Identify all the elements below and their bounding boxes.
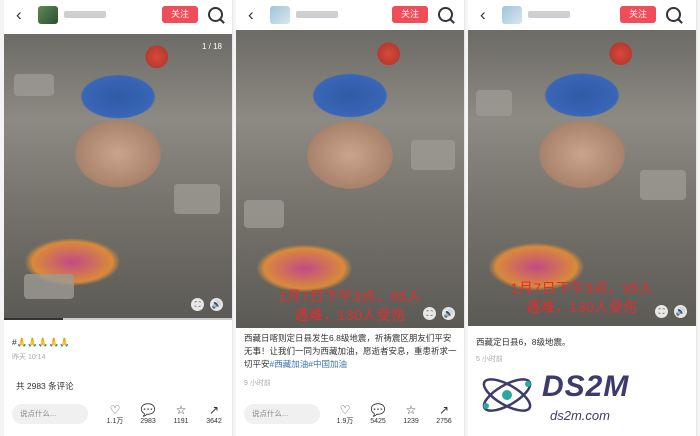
comment-input[interactable]: 说点什么... [244, 404, 320, 424]
image-counter: 1 / 18 [201, 42, 222, 51]
bottom-action-bar: 说点什么... ♡ 1.1万 💬 2983 ☆ 1191 ↗ 3642 [4, 400, 232, 436]
share-icon: ↗ [208, 403, 220, 417]
post-panel-1: ‹ 关注 1 / 18 ⛶ 🔊 #🙏🙏🙏🙏🙏 昨天 10:14 共 2983 条… [4, 0, 233, 436]
comment-icon: 💬 [370, 403, 386, 417]
share-count: 2756 [436, 418, 452, 425]
search-icon[interactable] [208, 7, 223, 22]
volume-icon[interactable]: 🔊 [674, 305, 687, 318]
comment-input[interactable]: 说点什么... [12, 404, 88, 424]
post-panel-2: ‹ 关注 1月7日下午3点，95人 遇难，130人受伤 ⛶ 🔊 西藏日喀则定日县… [236, 0, 465, 436]
back-icon[interactable]: ‹ [16, 5, 22, 25]
post-caption: 西藏日喀则定日县发生6.8级地震，祈祷震区朋友们平安无事！让我们一同为西藏加油，… [244, 332, 458, 371]
volume-icon[interactable]: 🔊 [210, 298, 223, 311]
favorite-count: 1191 [173, 418, 189, 425]
progress-fill [4, 318, 64, 320]
search-icon[interactable] [666, 7, 681, 22]
follow-button[interactable]: 关注 [392, 6, 428, 23]
watermark-url: ds2m.com [550, 408, 610, 423]
overlay-line-1: 1月7日下午3点，95人 [510, 280, 654, 296]
back-icon[interactable]: ‹ [480, 5, 486, 25]
post-time: 昨天 10:14 [12, 354, 46, 361]
volume-icon[interactable]: 🔊 [442, 307, 455, 320]
top-bar: ‹ 关注 [4, 0, 232, 30]
share-icon: ↗ [438, 403, 450, 417]
star-icon: ☆ [405, 403, 417, 417]
share-count: 3642 [206, 418, 222, 425]
share-button[interactable]: ↗ 3642 [199, 403, 229, 427]
fullscreen-icon[interactable]: ⛶ [423, 307, 436, 320]
avatar[interactable] [270, 6, 290, 24]
fullscreen-icon[interactable]: ⛶ [655, 305, 668, 318]
comment-button[interactable]: 💬 2983 [133, 403, 163, 427]
caption-hashtags[interactable]: #西藏加油#中国加油 [270, 359, 347, 369]
overlay-line-1: 1月7日下午3点，95人 [278, 288, 422, 304]
comment-button-count: 2983 [140, 418, 156, 425]
video-progress-bar[interactable] [4, 318, 232, 320]
share-button[interactable]: ↗ 2756 [429, 403, 459, 427]
heart-icon: ♡ [339, 403, 351, 417]
ds2m-watermark: DS2M ds2m.com [478, 364, 688, 434]
post-time: 9 小时前 [244, 380, 271, 387]
like-button[interactable]: ♡ 1.9万 [330, 403, 360, 427]
post-caption: #🙏🙏🙏🙏🙏 [12, 337, 70, 347]
top-bar: ‹ 关注 [236, 0, 464, 30]
post-time: 5 小时前 [476, 356, 503, 363]
like-button[interactable]: ♡ 1.1万 [100, 403, 130, 427]
avatar[interactable] [502, 6, 522, 24]
star-icon: ☆ [175, 403, 187, 417]
watermark-title: DS2M [542, 370, 630, 403]
avatar[interactable] [38, 6, 58, 24]
favorite-button[interactable]: ☆ 1191 [166, 403, 196, 427]
search-icon[interactable] [438, 7, 453, 22]
comment-button-count: 5425 [370, 418, 386, 425]
username-blurred[interactable] [64, 11, 106, 18]
bottom-action-bar: 说点什么... ♡ 1.9万 💬 5425 ☆ 1239 ↗ 2756 [236, 400, 464, 436]
follow-button[interactable]: 关注 [162, 6, 198, 23]
comment-button[interactable]: 💬 5425 [363, 403, 393, 427]
username-blurred[interactable] [296, 11, 338, 18]
post-photo[interactable]: 1月7日下午3点，95人 遇难，130人受伤 ⛶ 🔊 [236, 30, 464, 328]
heart-icon: ♡ [109, 403, 121, 417]
post-photo[interactable]: 1 / 18 ⛶ 🔊 [4, 34, 232, 319]
comment-icon: 💬 [140, 403, 156, 417]
favorite-count: 1239 [403, 418, 419, 425]
username-blurred[interactable] [528, 11, 570, 18]
ds2m-logo-icon [482, 378, 532, 412]
comment-count: 共 2983 条评论 [16, 381, 74, 391]
post-caption: 西藏定日县6，8级地震。 [476, 337, 571, 347]
like-count: 1.1万 [106, 418, 124, 425]
back-icon[interactable]: ‹ [248, 5, 254, 25]
follow-button[interactable]: 关注 [620, 6, 656, 23]
fullscreen-icon[interactable]: ⛶ [191, 298, 204, 311]
like-count: 1.9万 [336, 418, 354, 425]
favorite-button[interactable]: ☆ 1239 [396, 403, 426, 427]
top-bar: ‹ 关注 [468, 0, 696, 30]
post-photo[interactable]: 1月7日下午3点，95人 遇难，130人受伤 ⛶ 🔊 [468, 30, 696, 326]
